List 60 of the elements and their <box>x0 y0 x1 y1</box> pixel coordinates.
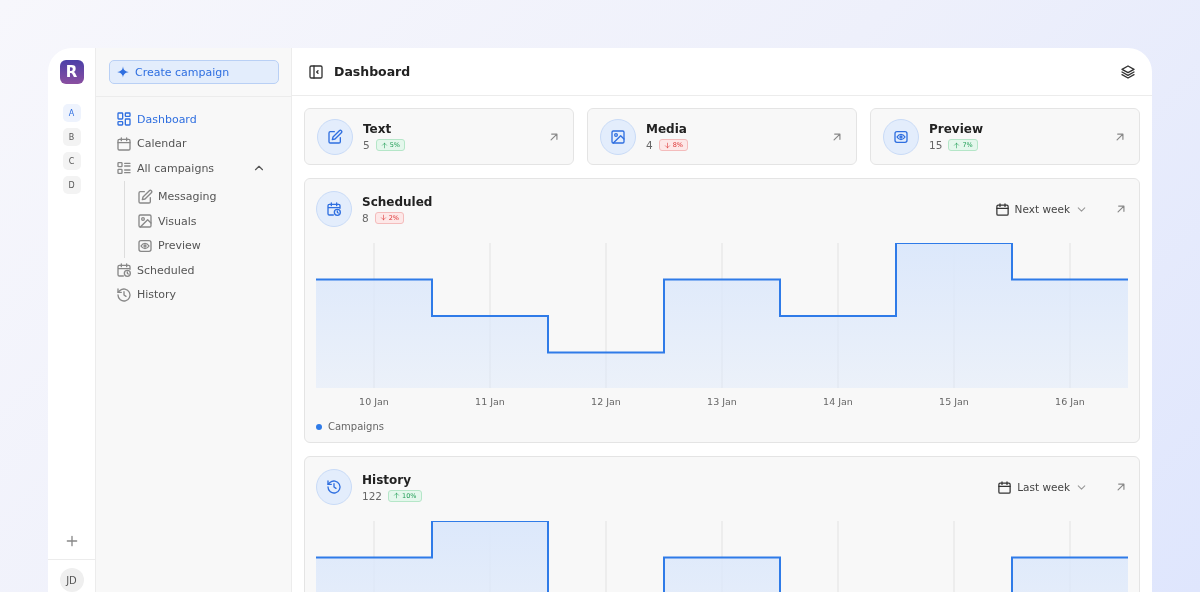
app-logo[interactable]: R <box>59 60 84 84</box>
sidebar-item[interactable]: Messaging <box>137 184 267 209</box>
card-title: Preview <box>929 122 984 136</box>
period-dropdown[interactable]: Last week <box>997 479 1088 495</box>
calendar-clock-icon <box>116 262 132 279</box>
calendar-icon <box>994 201 1010 217</box>
card-value: 4 <box>646 139 653 151</box>
legend-dot <box>316 423 322 430</box>
calendar-icon <box>997 479 1013 495</box>
axis-label: 11 Jan <box>475 396 505 407</box>
axis-label: 16 Jan <box>1055 396 1085 407</box>
sidebar-item[interactable]: Scheduled <box>116 258 266 283</box>
eye-icon <box>893 128 909 145</box>
card-value: 5 <box>363 139 370 151</box>
sparkle-icon <box>116 65 130 79</box>
sidebar-toggle-icon <box>308 63 324 80</box>
history-icon <box>116 286 132 303</box>
calendar-clock-icon <box>326 201 342 217</box>
image-icon <box>610 128 626 145</box>
sidebar-item[interactable]: History <box>116 282 266 307</box>
calendar-icon <box>116 135 132 152</box>
axis-label: 13 Jan <box>707 396 737 407</box>
layers-icon <box>1120 63 1136 80</box>
arrow-up-icon <box>380 141 388 149</box>
arrow-down-icon <box>663 141 671 149</box>
pencil-square-icon <box>327 128 343 145</box>
eye-icon <box>137 237 153 254</box>
card-title: Scheduled <box>362 194 434 209</box>
arrow-down-icon <box>379 214 387 221</box>
list-icon <box>116 160 132 177</box>
image-icon <box>137 213 153 230</box>
axis-label: 14 Jan <box>823 396 853 407</box>
user-avatar[interactable]: JD <box>59 568 84 592</box>
card-value: 8 <box>362 211 369 224</box>
card-title: Text <box>363 122 393 136</box>
card-title: Media <box>646 122 688 136</box>
card-title: History <box>362 472 413 487</box>
pencil-square-icon <box>137 188 153 205</box>
card-value: 122 <box>362 489 383 502</box>
card-value: 15 <box>929 139 943 151</box>
period-dropdown[interactable]: Next week <box>994 201 1088 217</box>
workspace-button[interactable]: D <box>62 176 81 194</box>
workspace-button[interactable]: B <box>62 128 81 146</box>
create-campaign-button[interactable]: Create campaign <box>109 60 279 84</box>
sidebar-item[interactable]: Calendar <box>116 131 266 156</box>
sidebar-item[interactable]: Visuals <box>137 209 267 234</box>
axis-label: 15 Jan <box>939 396 969 407</box>
history-icon <box>326 479 342 495</box>
workspace-button[interactable]: A <box>62 104 81 122</box>
axis-label: 10 Jan <box>359 396 389 407</box>
grid-icon <box>116 111 132 128</box>
arrow-up-icon <box>953 141 961 149</box>
page-title: Dashboard <box>334 64 412 79</box>
sidebar-item[interactable]: Preview <box>137 233 267 258</box>
workspace-button[interactable]: C <box>62 152 81 170</box>
axis-label: 12 Jan <box>591 396 621 407</box>
arrow-up-icon <box>393 492 401 499</box>
sidebar-item[interactable]: All campaigns <box>116 156 266 181</box>
sidebar-item[interactable]: Dashboard <box>116 107 266 132</box>
legend-label: Campaigns <box>328 421 384 432</box>
